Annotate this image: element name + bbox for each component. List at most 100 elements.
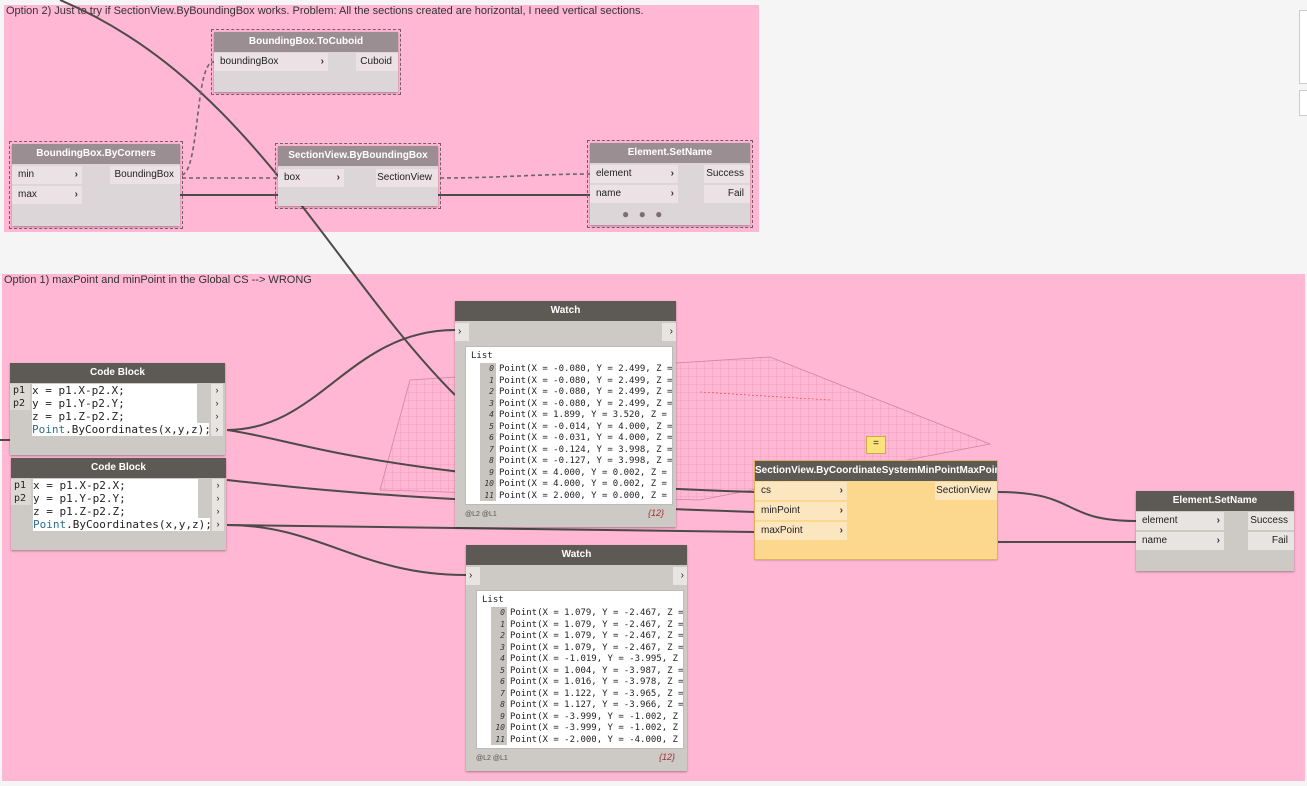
code-line-1[interactable]: x = p1.X-p2.X; (32, 384, 197, 397)
input-port-minpoint[interactable]: minPoint › (755, 502, 847, 520)
chevron-right-icon: › (1216, 515, 1220, 526)
list-index: 7 (480, 443, 496, 455)
node-code-block-1[interactable]: Code Block p1 p2 x = p1.X-p2.X; y = p1.Y… (10, 363, 225, 455)
list-index: 11 (480, 489, 496, 501)
node-title: Code Block (10, 363, 225, 383)
list-value: Point(X = 1.079, Y = -2.467, Z = ( (510, 642, 684, 653)
code-line-3[interactable]: z = p1.Z-p2.Z; (33, 505, 198, 518)
node-watch-2[interactable]: Watch › › List 0 Point(X = 1.079, Y = -2.… (466, 545, 687, 771)
input-port-p1[interactable]: p1 (11, 479, 31, 492)
node-title: BoundingBox.ToCuboid (214, 32, 398, 52)
list-item: 9 Point(X = 4.000, Y = 0.002, Z = 0 (480, 466, 672, 478)
list-item: 11 Point(X = -2.000, Y = -4.000, Z : (491, 733, 683, 745)
list-value: Point(X = -3.999, Y = -1.002, Z = (510, 711, 684, 722)
input-port[interactable]: › (466, 567, 480, 585)
list-levels: @L2 @L1 (465, 511, 497, 518)
node-sectionview-byboundingbox[interactable]: SectionView.ByBoundingBox box › SectionVi… (275, 143, 441, 209)
port-label: minPoint (761, 505, 800, 516)
list-item: 6 Point(X = 1.016, Y = -3.978, Z = : (491, 676, 683, 688)
output-port[interactable]: › (212, 518, 224, 531)
comment-icon[interactable]: = (866, 436, 886, 454)
input-port-p1[interactable]: p1 (10, 384, 30, 397)
input-port-element[interactable]: element › (590, 165, 678, 183)
output-port[interactable]: › (212, 479, 224, 492)
output-port-success[interactable]: Success (1248, 512, 1294, 530)
output-port[interactable]: › (211, 410, 223, 423)
list-index: 2 (480, 386, 496, 398)
code-line-2[interactable]: y = p1.Y-p2.Y; (33, 492, 198, 505)
list-index: 4 (480, 409, 496, 421)
list-value: Point(X = -0.014, Y = 4.000, Z = ( (499, 421, 673, 432)
input-port-cs[interactable]: cs › (755, 482, 847, 500)
input-port-p2[interactable]: p2 (10, 397, 30, 410)
output-port-sectionview[interactable]: SectionView (935, 482, 997, 500)
list-value: Point(X = 1.127, Y = -3.966, Z = ( (510, 700, 684, 710)
canvas-control-button[interactable] (1299, 90, 1307, 116)
code-line-4[interactable]: Point.ByCoordinates(x,y,z); (33, 518, 212, 531)
input-port-p2[interactable]: p2 (11, 492, 31, 505)
list-value: Point(X = 1.122, Y = -3.965, Z = : (510, 688, 684, 699)
list-index: 9 (480, 466, 496, 478)
input-port-name[interactable]: name › (1136, 532, 1224, 550)
watch-output-panel[interactable]: List 0 Point(X = 1.079, Y = -2.467, Z = (… (476, 590, 684, 749)
node-boundingbox-bycorners[interactable]: BoundingBox.ByCorners min › max › Bounding… (9, 141, 183, 229)
chevron-right-icon: › (336, 172, 340, 183)
input-port-name[interactable]: name › (590, 185, 678, 203)
node-title: Code Block (11, 458, 226, 478)
code-line-1[interactable]: x = p1.X-p2.X; (33, 479, 198, 492)
output-port-sectionview[interactable]: SectionView (376, 169, 438, 187)
watch-output-panel[interactable]: List 0 Point(X = -0.080, Y = 2.499, Z = (… (465, 346, 673, 505)
input-port-boundingbox[interactable]: boundingBox › (214, 53, 328, 71)
node-sectionview-bycs-minmax[interactable]: SectionView.ByCoordinateSystemMinPointMa… (754, 460, 998, 560)
chevron-right-icon: › (320, 56, 324, 67)
chevron-right-icon: › (74, 189, 78, 200)
output-port-success[interactable]: Success (704, 165, 750, 183)
output-port-boundingbox[interactable]: BoundingBox (110, 166, 180, 184)
output-port[interactable]: › (212, 505, 224, 518)
output-port-cuboid[interactable]: Cuboid (356, 53, 398, 71)
list-item: 9 Point(X = -3.999, Y = -1.002, Z = (491, 710, 684, 722)
list-index: 0 (491, 607, 507, 619)
list-item: 3 Point(X = -0.080, Y = 2.499, Z = ( (480, 397, 672, 409)
input-port-maxpoint[interactable]: maxPoint › (755, 522, 847, 540)
list-item: 2 Point(X = -0.080, Y = 2.499, Z = ( (480, 386, 672, 398)
output-port-fail[interactable]: Fail (704, 185, 750, 203)
list-index: 1 (491, 618, 507, 630)
port-label: maxPoint (761, 525, 803, 536)
output-port[interactable]: › (673, 567, 687, 585)
input-port-max[interactable]: max › (12, 186, 82, 204)
input-port-box[interactable]: box › (278, 169, 344, 187)
output-port[interactable]: › (212, 492, 224, 505)
list-item: 7 Point(X = 1.122, Y = -3.965, Z = : (491, 687, 684, 699)
list-value: Point(X = 4.000, Y = 0.002, Z = ( (499, 479, 673, 489)
output-port[interactable]: › (211, 397, 223, 410)
input-port[interactable]: › (455, 323, 469, 341)
canvas-control-button[interactable] (1299, 10, 1307, 84)
output-port-fail[interactable]: Fail (1248, 532, 1294, 550)
output-port[interactable]: › (211, 384, 223, 397)
node-boundingbox-tocuboid[interactable]: BoundingBox.ToCuboid boundingBox › Cuboid (211, 29, 401, 95)
list-value: Point(X = 1.079, Y = -2.467, Z = : (510, 619, 684, 630)
node-title: Element.SetName (1136, 491, 1294, 511)
list-value: Point(X = -0.124, Y = 3.998, Z = ( (499, 444, 673, 455)
code-line-3[interactable]: z = p1.Z-p2.Z; (32, 410, 197, 423)
code-line-4[interactable]: Point.ByCoordinates(x,y,z); (32, 423, 211, 436)
port-label: name (596, 188, 622, 199)
code-call: .ByCoordinates(x,y,z); (65, 423, 211, 436)
list-index: 6 (480, 432, 496, 444)
input-port-element[interactable]: element › (1136, 512, 1224, 530)
output-port[interactable]: › (211, 423, 223, 436)
chevron-right-icon: › (74, 169, 78, 180)
input-port-min[interactable]: min › (12, 166, 82, 184)
code-line-2[interactable]: y = p1.Y-p2.Y; (32, 397, 197, 410)
node-watch-1[interactable]: Watch › › List 0 Point(X = -0.080, Y = 2.… (455, 301, 676, 527)
node-element-setname-top[interactable]: Element.SetName element › name › Success F… (587, 140, 753, 228)
chevron-right-icon: › (670, 168, 674, 179)
more-icon: ● ● ● (622, 207, 666, 221)
list-item: 4 Point(X = -1.019, Y = -3.995, Z = (491, 653, 683, 665)
list-item: 8 Point(X = -0.127, Y = 3.998, Z = ( (480, 455, 672, 467)
output-port[interactable]: › (662, 323, 676, 341)
list-item: 8 Point(X = 1.127, Y = -3.966, Z = ( (491, 699, 684, 711)
node-element-setname-bottom[interactable]: Element.SetName element › name › Success F… (1136, 491, 1294, 571)
node-code-block-2[interactable]: Code Block p1 p2 x = p1.X-p2.X; y = p1.Y… (11, 458, 226, 550)
